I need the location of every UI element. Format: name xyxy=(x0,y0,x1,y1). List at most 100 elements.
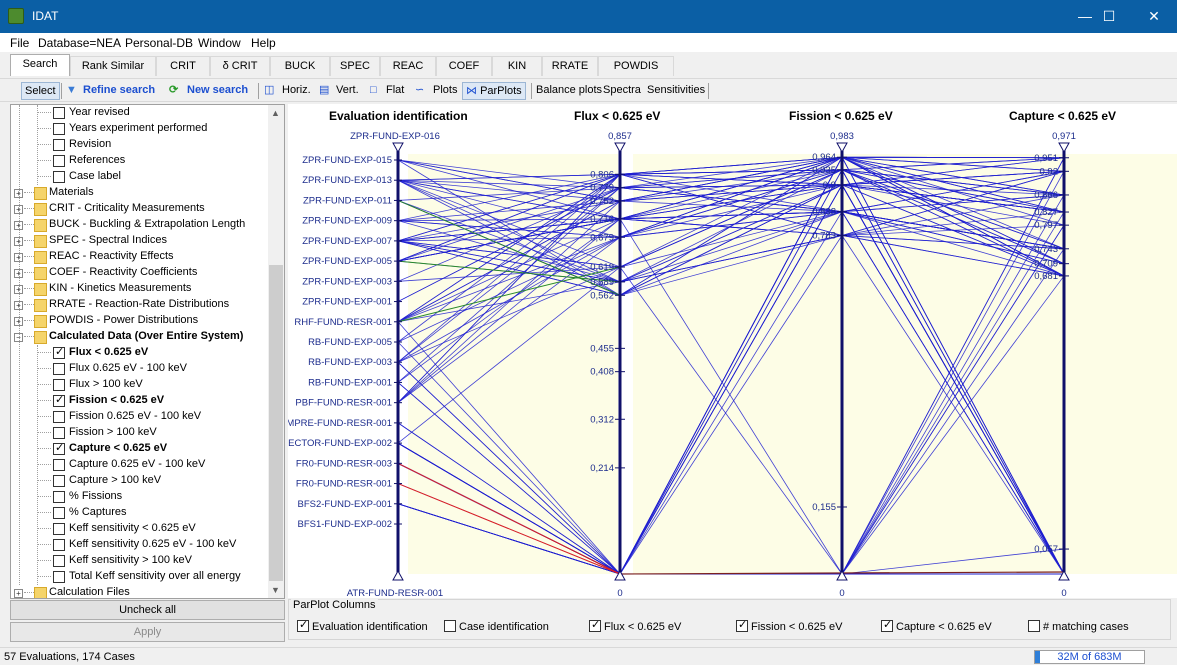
tree-item[interactable]: Keff sensitivity > 100 keV xyxy=(11,553,268,569)
tree-item[interactable]: + SPEC - Spectral Indices xyxy=(11,233,268,249)
column-checkbox[interactable] xyxy=(1028,620,1040,632)
tree-item[interactable]: Year revised xyxy=(11,105,268,121)
tree-checkbox[interactable] xyxy=(53,555,65,567)
tree-checkbox[interactable] xyxy=(53,571,65,583)
tab-delta-crit[interactable]: δ CRIT xyxy=(210,56,270,76)
tab-crit[interactable]: CRIT xyxy=(156,56,210,76)
tree-checkbox[interactable] xyxy=(53,475,65,487)
tab-rrate[interactable]: RRATE xyxy=(542,56,598,76)
tab-powdis[interactable]: POWDIS xyxy=(598,56,674,76)
scroll-thumb[interactable] xyxy=(269,265,283,581)
horiz-button[interactable]: Horiz. xyxy=(282,82,311,100)
tree-item[interactable]: Total Keff sensitivity over all energy xyxy=(11,569,268,585)
tree-checkbox[interactable] xyxy=(53,523,65,535)
tab-kin[interactable]: KIN xyxy=(492,56,542,76)
tree-checkbox[interactable] xyxy=(53,459,65,471)
parplots-button[interactable]: ⋈ ParPlots xyxy=(462,82,526,100)
tree-item[interactable]: Keff sensitivity < 0.625 eV xyxy=(11,521,268,537)
tree-item[interactable]: Case label xyxy=(11,169,268,185)
menu-file[interactable]: File xyxy=(10,36,29,50)
sensitivities-button[interactable]: Sensitivities xyxy=(647,82,705,100)
tree-item[interactable]: + Materials xyxy=(11,185,268,201)
tree-item[interactable]: % Captures xyxy=(11,505,268,521)
tree-item[interactable]: Keff sensitivity 0.625 eV - 100 keV xyxy=(11,537,268,553)
vert-button[interactable]: Vert. xyxy=(336,82,359,100)
column-checkbox[interactable] xyxy=(444,620,456,632)
tree-item[interactable]: + CRIT - Criticality Measurements xyxy=(11,201,268,217)
column-option-flux[interactable]: Flux < 0.625 eV xyxy=(589,618,681,633)
tree-checkbox[interactable] xyxy=(53,539,65,551)
tree-item[interactable]: Fission 0.625 eV - 100 keV xyxy=(11,409,268,425)
tree-item[interactable]: % Fissions xyxy=(11,489,268,505)
tree-checkbox[interactable] xyxy=(53,427,65,439)
tree-checkbox[interactable] xyxy=(53,345,65,359)
menu-help[interactable]: Help xyxy=(251,36,276,50)
memory-indicator[interactable]: 32M of 683M xyxy=(1034,650,1145,664)
tree-item[interactable]: + RRATE - Reaction-Rate Distributions xyxy=(11,297,268,313)
tree-item[interactable]: + KIN - Kinetics Measurements xyxy=(11,281,268,297)
tab-buck[interactable]: BUCK xyxy=(270,56,330,76)
new-search-button[interactable]: New search xyxy=(187,82,248,100)
tree-checkbox[interactable] xyxy=(53,379,65,391)
tree-item[interactable]: Capture 0.625 eV - 100 keV xyxy=(11,457,268,473)
flat-button[interactable]: Flat xyxy=(386,82,404,100)
tree-checkbox[interactable] xyxy=(53,441,65,455)
scroll-down-icon[interactable]: ▼ xyxy=(271,585,280,595)
column-option-matching[interactable]: # matching cases xyxy=(1028,620,1129,633)
tree-item[interactable]: + REAC - Reactivity Effects xyxy=(11,249,268,265)
tree-checkbox[interactable] xyxy=(53,171,65,183)
menu-personal-db[interactable]: Personal-DB xyxy=(125,36,193,50)
tree-item[interactable]: Years experiment performed xyxy=(11,121,268,137)
plots-button[interactable]: Plots xyxy=(433,82,457,100)
tree-item[interactable]: + COEF - Reactivity Coefficients xyxy=(11,265,268,281)
tree-item[interactable]: Capture < 0.625 eV xyxy=(11,441,268,457)
tree-checkbox[interactable] xyxy=(53,507,65,519)
spectra-button[interactable]: Spectra xyxy=(603,82,641,100)
tree-checkbox[interactable] xyxy=(53,107,65,119)
tree-checkbox[interactable] xyxy=(53,411,65,423)
column-option-capture[interactable]: Capture < 0.625 eV xyxy=(881,618,992,633)
column-checkbox[interactable] xyxy=(297,618,309,632)
tree-checkbox[interactable] xyxy=(53,123,65,135)
apply-button[interactable]: Apply xyxy=(10,622,285,642)
tree-scrollbar[interactable]: ▲ ▼ xyxy=(268,105,284,598)
column-option-case[interactable]: Case identification xyxy=(444,620,549,633)
column-checkbox[interactable] xyxy=(736,618,748,632)
tree-item[interactable]: + BUCK - Buckling & Extrapolation Length xyxy=(11,217,268,233)
tree-item[interactable]: Capture > 100 keV xyxy=(11,473,268,489)
tree-item[interactable]: Flux 0.625 eV - 100 keV xyxy=(11,361,268,377)
tree-item[interactable]: Flux > 100 keV xyxy=(11,377,268,393)
column-checkbox[interactable] xyxy=(881,618,893,632)
menu-window[interactable]: Window xyxy=(198,36,241,50)
tree-checkbox[interactable] xyxy=(53,363,65,375)
column-option-fission[interactable]: Fission < 0.625 eV xyxy=(736,618,842,633)
tree-item[interactable]: + POWDIS - Power Distributions xyxy=(11,313,268,329)
close-button[interactable]: ✕ xyxy=(1131,0,1177,33)
tree-checkbox[interactable] xyxy=(53,393,65,407)
tree-item[interactable]: − Calculated Data (Over Entire System) xyxy=(11,329,268,345)
tree-item[interactable]: + Calculation Files xyxy=(11,585,268,598)
tab-coef[interactable]: COEF xyxy=(436,56,492,76)
tree-item[interactable]: Fission < 0.625 eV xyxy=(11,393,268,409)
maximize-button[interactable]: ☐ xyxy=(1086,0,1132,33)
tab-reac[interactable]: REAC xyxy=(380,56,436,76)
column-option-evaluation[interactable]: Evaluation identification xyxy=(297,618,428,633)
parplot-svg[interactable]: ZPR-FUND-EXP-016 ATR-FUND-RESR-001 ZPR-FUN… xyxy=(288,104,1177,598)
tab-rank-similar[interactable]: Rank Similar xyxy=(70,56,156,76)
balance-plots-button[interactable]: Balance plots xyxy=(536,82,602,100)
refine-search-button[interactable]: Refine search xyxy=(83,82,155,100)
tree-item[interactable]: Flux < 0.625 eV xyxy=(11,345,268,361)
tree-checkbox[interactable] xyxy=(53,139,65,151)
expand-icon[interactable]: + xyxy=(14,589,23,598)
tree-item[interactable]: Fission > 100 keV xyxy=(11,425,268,441)
menu-database[interactable]: Database=NEA xyxy=(38,36,121,50)
tree-checkbox[interactable] xyxy=(53,155,65,167)
tree-checkbox[interactable] xyxy=(53,491,65,503)
scroll-up-icon[interactable]: ▲ xyxy=(271,108,280,118)
column-checkbox[interactable] xyxy=(589,618,601,632)
tab-search[interactable]: Search xyxy=(10,54,70,76)
tree-item[interactable]: Revision xyxy=(11,137,268,153)
tab-spec[interactable]: SPEC xyxy=(330,56,380,76)
tree-item[interactable]: References xyxy=(11,153,268,169)
select-button[interactable]: Select xyxy=(21,82,60,100)
